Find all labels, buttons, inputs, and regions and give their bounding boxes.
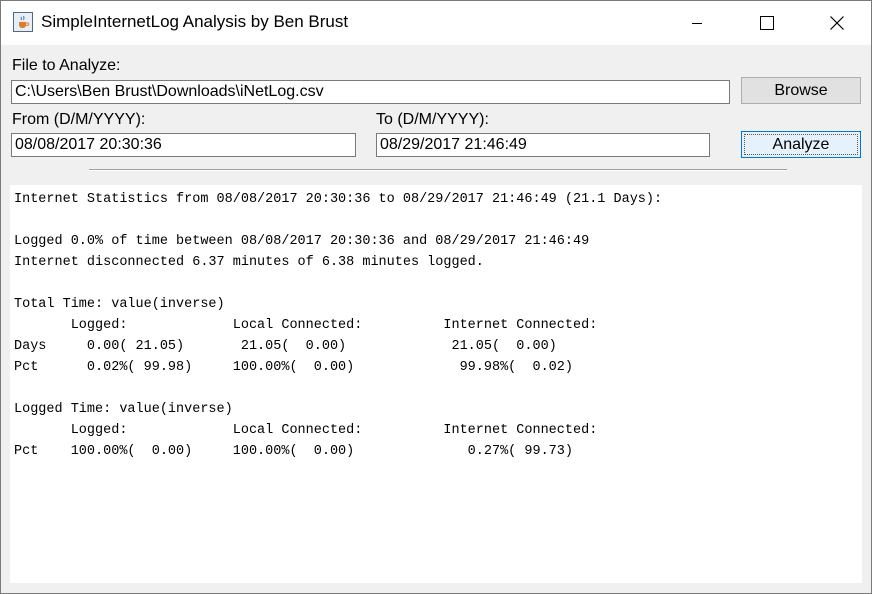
close-button[interactable] [814,1,860,45]
to-date-input[interactable] [376,133,710,157]
minimize-icon [692,23,702,24]
results-text-area[interactable]: Internet Statistics from 08/08/2017 20:3… [10,185,862,583]
result-line: Logged: Local Connected: Internet Connec… [14,318,598,333]
from-label: From (D/M/YYYY): [12,111,146,128]
title-bar[interactable]: SimpleInternetLog Analysis by Ben Brust [1,1,871,45]
analyze-button[interactable]: Analyze [741,131,861,158]
file-label: File to Analyze: [12,57,121,74]
browse-button[interactable]: Browse [741,77,861,104]
file-path-input[interactable] [11,80,730,104]
result-line: Logged 0.0% of time between 08/08/2017 2… [14,234,590,249]
minimize-button[interactable] [674,1,720,45]
result-line: Pct 100.00%( 0.00) 100.00%( 0.00) 0.27%(… [14,444,573,459]
java-cup-icon [13,12,33,32]
to-label: To (D/M/YYYY): [376,111,489,128]
window-title: SimpleInternetLog Analysis by Ben Brust [41,12,349,31]
maximize-icon [760,16,774,30]
result-line: Logged: Local Connected: Internet Connec… [14,423,598,438]
close-icon [830,16,844,30]
maximize-button[interactable] [744,1,790,45]
result-line: Pct 0.02%( 99.98) 100.00%( 0.00) 99.98%(… [14,360,573,375]
separator [89,169,787,171]
result-line: Internet Statistics from 08/08/2017 20:3… [14,192,663,207]
result-line: Total Time: value(inverse) [14,297,225,312]
results-text: Internet Statistics from 08/08/2017 20:3… [14,189,862,462]
result-line: Logged Time: value(inverse) [14,402,233,417]
app-window: SimpleInternetLog Analysis by Ben Brust … [0,0,872,594]
result-line: Internet disconnected 6.37 minutes of 6.… [14,255,484,270]
result-line: Days 0.00( 21.05) 21.05( 0.00) 21.05( 0.… [14,339,557,354]
from-date-input[interactable] [11,133,356,157]
